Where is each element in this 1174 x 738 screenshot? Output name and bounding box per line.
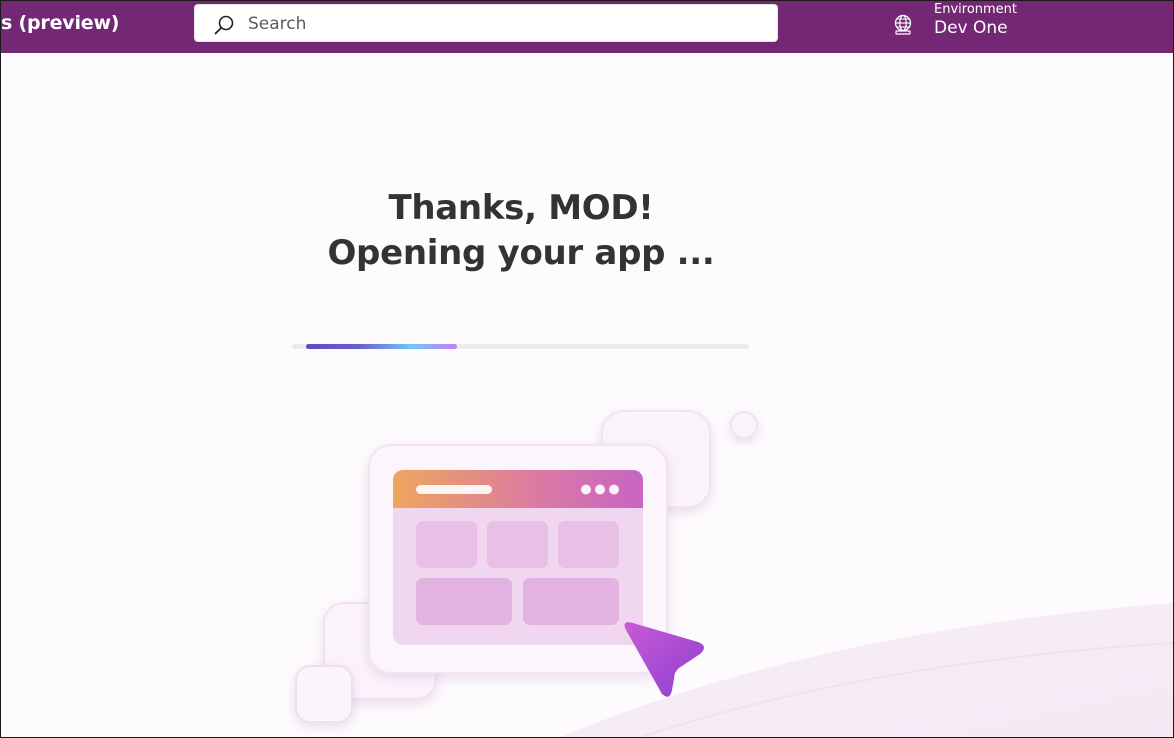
heading-opening: Opening your app ... <box>327 233 715 273</box>
environment-name[interactable]: Dev One <box>934 18 1008 38</box>
globe-icon[interactable] <box>893 14 915 36</box>
loading-progress-fill <box>306 344 457 349</box>
search-icon <box>214 15 234 35</box>
main-content: Thanks, MOD! Opening your app ... <box>1 53 1173 737</box>
top-bar: s (preview) Environment Dev One <box>1 1 1173 53</box>
search-input[interactable] <box>248 11 748 37</box>
app-frame: s (preview) Environment Dev One <box>0 0 1174 738</box>
environment-label[interactable]: Environment <box>934 2 1017 17</box>
heading-thanks: Thanks, MOD! <box>388 188 654 228</box>
app-title[interactable]: s (preview) <box>1 12 119 34</box>
search-box[interactable] <box>194 4 778 42</box>
app-window-illustration <box>295 410 758 723</box>
loading-progress-bar <box>292 344 749 349</box>
